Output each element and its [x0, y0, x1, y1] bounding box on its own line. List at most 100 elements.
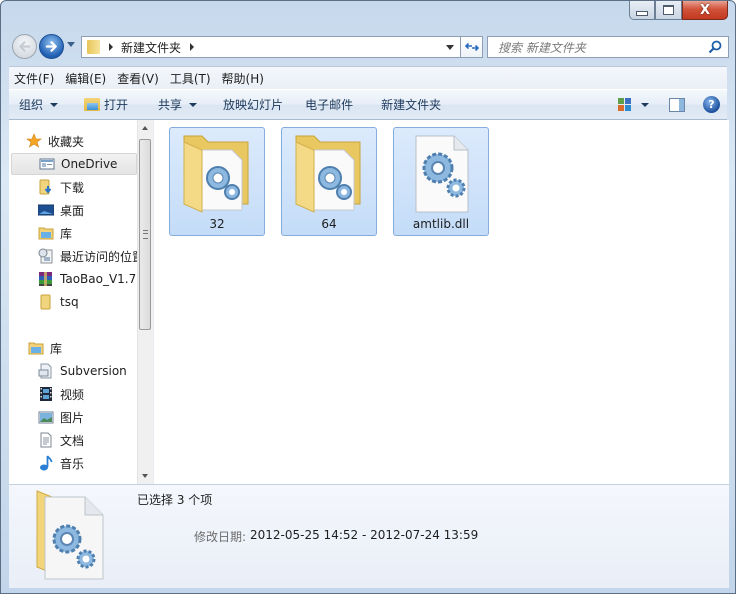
modified-date-label: 修改日期: — [194, 530, 247, 544]
nav-label: TaoBao_V1.7 — [60, 272, 137, 286]
breadcrumb-item[interactable]: 新建文件夹 — [121, 39, 181, 56]
back-button[interactable] — [12, 34, 37, 59]
search-box[interactable] — [487, 36, 729, 58]
new-folder-button[interactable]: 新建文件夹 — [363, 90, 451, 119]
nav-item-taobao[interactable]: TaoBao_V1.7 — [38, 268, 137, 290]
breadcrumb-arrow-icon[interactable] — [190, 43, 195, 51]
refresh-button[interactable] — [461, 36, 483, 58]
nav-label: 视频 — [60, 387, 85, 402]
navigation-bar: 新建文件夹 — [9, 33, 729, 61]
nav-item-subversion[interactable]: Subversion — [38, 360, 137, 382]
nav-label: 收藏夹 — [48, 134, 85, 149]
nav-label: Subversion — [60, 364, 127, 378]
menu-edit[interactable]: 编辑(E) — [60, 70, 111, 87]
nav-item-pictures[interactable]: 图片 — [38, 406, 137, 428]
forward-arrow-icon — [45, 41, 57, 52]
nav-label: 库 — [50, 341, 63, 356]
folder-icon — [38, 294, 54, 310]
menu-tools[interactable]: 工具(T) — [165, 70, 216, 87]
maximize-icon — [663, 5, 674, 15]
details-pane: 已选择 3 个项 修改日期: 2012-05-25 14:52 - 2012-0… — [9, 484, 729, 588]
library-icon — [28, 340, 44, 356]
selection-thumbnail-icon — [36, 490, 104, 580]
nav-item-desktop[interactable]: 桌面 — [37, 199, 137, 221]
scroll-up-arrow-icon[interactable] — [142, 126, 148, 130]
nav-label: 音乐 — [60, 456, 85, 471]
music-icon — [38, 455, 54, 471]
organize-button[interactable]: 组织 — [9, 90, 68, 119]
open-button[interactable]: 打开 — [68, 90, 138, 119]
menu-help[interactable]: 帮助(H) — [217, 70, 269, 87]
close-button[interactable]: X — [682, 1, 728, 20]
dropdown-arrow-icon — [50, 102, 59, 107]
minimize-button[interactable] — [629, 1, 655, 20]
nav-item-library[interactable]: 库 — [38, 222, 137, 244]
back-arrow-icon — [19, 41, 31, 52]
nav-item-tsq[interactable]: tsq — [38, 291, 137, 313]
desktop-icon — [37, 202, 55, 218]
file-name: amtlib.dll — [412, 217, 470, 231]
share-label: 共享 — [158, 98, 183, 112]
nav-item-video[interactable]: 视频 — [38, 383, 137, 405]
nav-libraries-header[interactable]: 库 — [28, 337, 137, 359]
share-button[interactable]: 共享 — [138, 90, 207, 119]
email-button[interactable]: 电子邮件 — [293, 90, 363, 119]
modified-date-value: 2012-05-25 14:52 - 2012-07-24 13:59 — [250, 528, 479, 542]
subversion-icon — [38, 363, 54, 379]
caption-buttons: X — [629, 1, 728, 21]
search-icon[interactable] — [708, 40, 722, 54]
file-name: 32 — [209, 217, 225, 231]
view-dropdown-icon[interactable] — [641, 102, 649, 107]
menu-view[interactable]: 查看(V) — [112, 70, 164, 87]
breadcrumb-arrow-icon[interactable] — [109, 43, 113, 51]
open-icon — [84, 98, 101, 111]
file-name: 64 — [321, 217, 337, 231]
file-list[interactable]: 32 64 amtlib.dll — [154, 120, 729, 484]
folder-icon — [87, 40, 100, 54]
forward-button[interactable] — [39, 34, 64, 59]
search-input[interactable] — [496, 38, 700, 58]
nav-item-onedrive[interactable]: OneDrive — [11, 153, 137, 175]
nav-label: 图片 — [60, 410, 85, 425]
menu-file[interactable]: 文件(F) — [9, 70, 59, 87]
nav-label: 文档 — [60, 433, 85, 448]
navigation-pane: 收藏夹 OneDrive 下载 桌面 库 最近访问的位置 TaoBao_V1.7… — [9, 120, 137, 484]
email-label: 电子邮件 — [305, 98, 354, 112]
nav-label: 最近访问的位置 — [60, 249, 137, 264]
dropdown-arrow-icon — [189, 102, 198, 107]
star-icon — [26, 133, 42, 149]
library-icon — [38, 225, 54, 241]
file-item-folder[interactable]: 64 — [281, 127, 377, 236]
nav-item-recent-places[interactable]: 最近访问的位置 — [38, 245, 137, 267]
grip-icon — [143, 230, 148, 239]
recent-places-icon — [38, 248, 54, 264]
nav-item-documents[interactable]: 文档 — [38, 429, 137, 451]
winrar-archive-icon — [38, 271, 54, 287]
folder-with-gears-icon — [183, 135, 249, 213]
file-item-folder[interactable]: 32 — [169, 127, 265, 236]
nav-label: tsq — [60, 295, 79, 309]
file-item-dll[interactable]: amtlib.dll — [393, 127, 489, 236]
nav-item-downloads[interactable]: 下载 — [38, 176, 137, 198]
address-bar[interactable]: 新建文件夹 — [81, 36, 461, 58]
documents-icon — [38, 432, 54, 448]
onedrive-icon — [39, 156, 55, 172]
address-dropdown-icon[interactable] — [446, 45, 454, 50]
slideshow-button[interactable]: 放映幻灯片 — [207, 90, 293, 119]
help-icon[interactable]: ? — [703, 96, 720, 113]
nav-label: 库 — [60, 226, 73, 241]
nav-favorites-header[interactable]: 收藏夹 — [26, 130, 137, 152]
nav-label: 下载 — [60, 180, 85, 195]
preview-pane-icon[interactable] — [669, 97, 685, 112]
scroll-down-arrow-icon[interactable] — [142, 474, 148, 478]
navpane-scrollbar[interactable] — [137, 120, 153, 484]
selection-count: 已选择 3 个项 — [137, 493, 213, 507]
nav-item-music[interactable]: 音乐 — [38, 452, 137, 474]
dll-gears-icon — [415, 135, 469, 213]
scrollbar-thumb[interactable] — [139, 139, 151, 330]
recent-pages-dropdown[interactable] — [67, 42, 75, 47]
nav-label: 桌面 — [60, 203, 85, 218]
slideshow-label: 放映幻灯片 — [223, 98, 284, 112]
change-view-icon[interactable] — [618, 98, 631, 111]
maximize-button[interactable] — [655, 1, 682, 20]
